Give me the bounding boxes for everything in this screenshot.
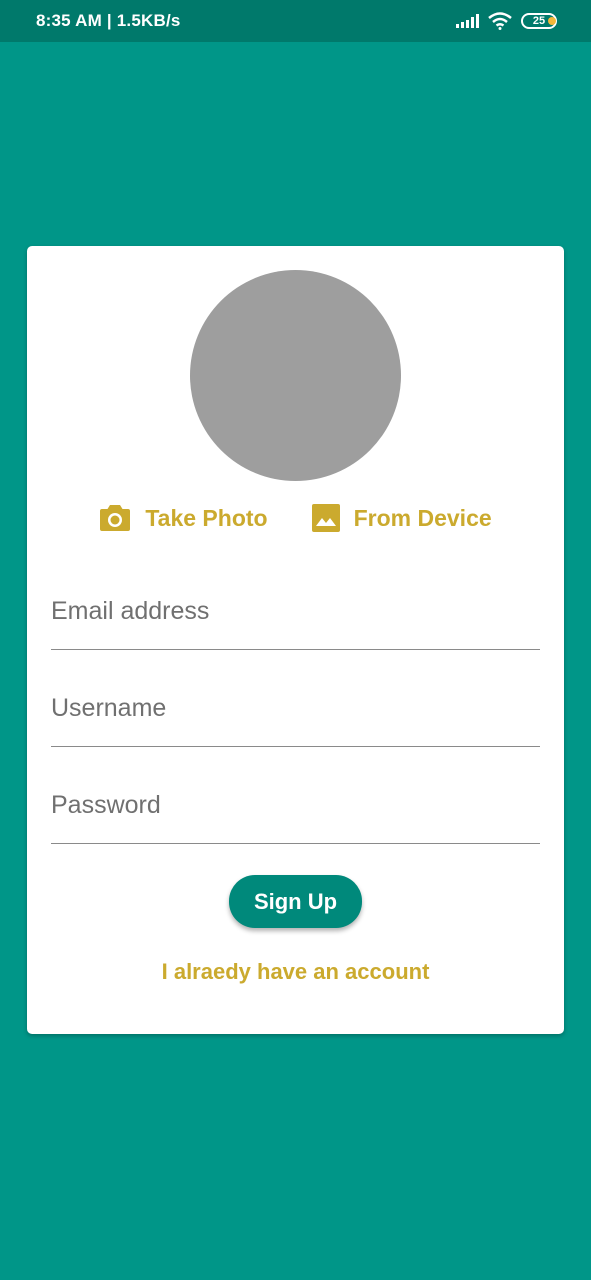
status-time-speed: 8:35 AM | 1.5KB/s <box>36 11 181 30</box>
battery-charge-dot <box>548 17 556 25</box>
photo-source-row: Take Photo From Device <box>27 498 564 538</box>
username-field-container <box>51 667 540 747</box>
battery-level: 25 <box>532 15 546 27</box>
avatar[interactable] <box>190 270 401 481</box>
camera-icon <box>100 505 131 531</box>
email-field-container <box>51 570 540 650</box>
status-bar: 8:35 AM | 1.5KB/s 25 <box>0 0 591 42</box>
take-photo-label: Take Photo <box>145 504 268 531</box>
signup-button[interactable]: Sign Up <box>229 875 362 928</box>
signup-card: Take Photo From Device Sign Up I alraedy… <box>27 246 564 1034</box>
battery-icon: 25 <box>521 13 557 29</box>
status-icons: 25 <box>456 12 557 30</box>
password-field[interactable] <box>51 764 540 843</box>
signal-icon <box>456 14 479 28</box>
image-icon <box>311 504 340 532</box>
from-device-button[interactable]: From Device <box>311 498 492 538</box>
wifi-icon <box>488 12 512 30</box>
email-field[interactable] <box>51 570 540 649</box>
username-field[interactable] <box>51 667 540 746</box>
take-photo-button[interactable]: Take Photo <box>99 498 268 538</box>
from-device-label: From Device <box>353 504 492 531</box>
password-field-container <box>51 764 540 844</box>
have-account-link[interactable]: I alraedy have an account <box>27 959 564 985</box>
